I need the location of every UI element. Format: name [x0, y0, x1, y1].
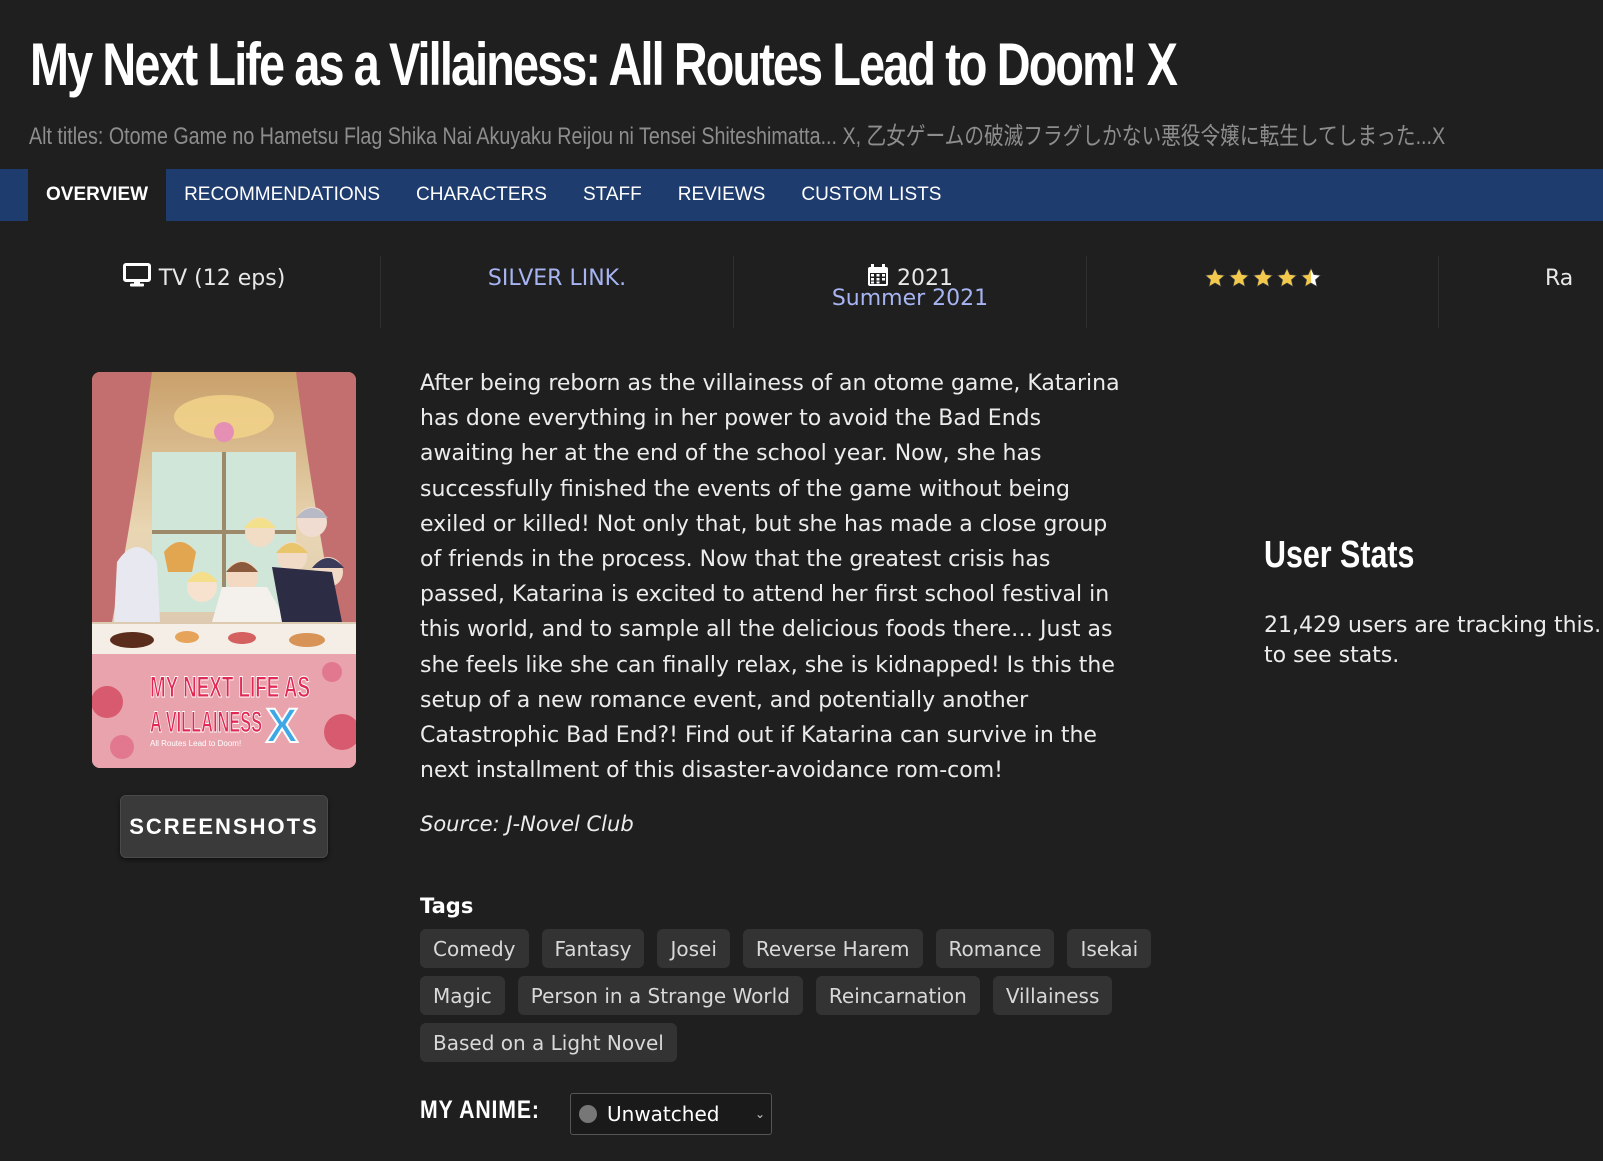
season-cell: 2021 Summer 2021 — [734, 256, 1086, 328]
alt-titles: Alt titles: Otome Game no Hametsu Flag S… — [29, 123, 1446, 150]
my-anime-label: MY ANIME: — [420, 1096, 540, 1124]
info-row: TV (12 eps) SILVER LINK. 2021 Summer 202… — [0, 256, 1603, 328]
next-info-text: Ra — [1545, 265, 1574, 291]
star-icon — [1228, 267, 1250, 288]
poster-logo-line2: A VILLAINESS — [150, 706, 262, 739]
star-icon — [1204, 267, 1226, 288]
star-icon — [1300, 267, 1322, 288]
rating-stars — [1087, 256, 1439, 300]
tag-based-on-a-light-novel[interactable]: Based on a Light Novel — [420, 1023, 677, 1062]
tab-overview[interactable]: OVERVIEW — [28, 169, 167, 221]
watch-status-value: Unwatched — [607, 1102, 720, 1126]
tag-isekai[interactable]: Isekai — [1067, 929, 1152, 968]
tag-josei[interactable]: Josei — [657, 929, 730, 968]
tag-row: Based on a Light Novel — [420, 1023, 1140, 1062]
tag-row: Comedy Fantasy Josei Reverse Harem Romance Is… — [420, 929, 1152, 968]
anime-poster: MY NEXT LIFE AS A VILLAINESS X All Route… — [92, 372, 356, 768]
tag-comedy[interactable]: Comedy — [420, 929, 529, 968]
anime-overview-page: My Next Life as a Villainess: All Routes… — [0, 0, 1603, 1161]
watch-status-select[interactable]: Unwatched ⌄ — [570, 1093, 772, 1135]
format-text: TV (12 eps) — [158, 265, 286, 291]
next-info-cell: Ra — [1545, 256, 1603, 328]
studio-cell: SILVER LINK. — [381, 256, 733, 328]
tag-reverse-harem[interactable]: Reverse Harem — [742, 929, 923, 968]
page-title: My Next Life as a Villainess: All Routes… — [30, 31, 1178, 98]
tag-magic[interactable]: Magic — [420, 976, 505, 1015]
season-link[interactable]: Summer 2021 — [832, 286, 988, 311]
monitor-icon — [122, 263, 151, 293]
studio-link[interactable]: SILVER LINK. — [488, 266, 626, 291]
status-dot-icon — [579, 1105, 597, 1123]
tab-characters[interactable]: CHARACTERS — [398, 169, 565, 221]
tab-reviews[interactable]: REVIEWS — [660, 169, 784, 221]
chevron-down-icon: ⌄ — [754, 1107, 765, 1121]
tag-reincarnation[interactable]: Reincarnation — [815, 976, 980, 1015]
star-icon — [1276, 267, 1298, 288]
tag-person-in-a-strange-world[interactable]: Person in a Strange World — [517, 976, 803, 1015]
tab-bar: OVERVIEW RECOMMENDATIONS CHARACTERS STAF… — [0, 169, 1603, 221]
synopsis-source: Source: J-Novel Club — [420, 812, 634, 836]
tags-list: Comedy Fantasy Josei Reverse Harem Romance Is… — [420, 929, 1152, 1070]
tag-row: Magic Person in a Strange World Reincarnat… — [420, 976, 1140, 1015]
tag-fantasy[interactable]: Fantasy — [541, 929, 645, 968]
tab-recommendations[interactable]: RECOMMENDATIONS — [166, 169, 398, 221]
tags-heading: Tags — [420, 894, 474, 918]
screenshots-button[interactable]: SCREENSHOTS — [120, 795, 328, 858]
star-icon — [1252, 267, 1274, 288]
divider — [1438, 256, 1439, 328]
user-stats-heading: User Stats — [1264, 534, 1415, 576]
poster-logo-x: X — [266, 700, 298, 753]
tab-bar-spacer — [0, 169, 28, 221]
synopsis-text: After being reborn as the villainess of … — [420, 371, 1120, 784]
rating-cell — [1087, 256, 1439, 328]
format-cell: TV (12 eps) — [28, 256, 380, 328]
user-stats-text: 21,429 users are tracking this. Log in t… — [1264, 613, 1603, 668]
tag-romance[interactable]: Romance — [935, 929, 1055, 968]
tab-custom-lists[interactable]: CUSTOM LISTS — [783, 169, 959, 221]
tab-staff[interactable]: STAFF — [565, 169, 660, 221]
poster-logo-sub: All Routes Lead to Doom! — [150, 739, 241, 748]
tag-villainess[interactable]: Villainess — [992, 976, 1113, 1015]
